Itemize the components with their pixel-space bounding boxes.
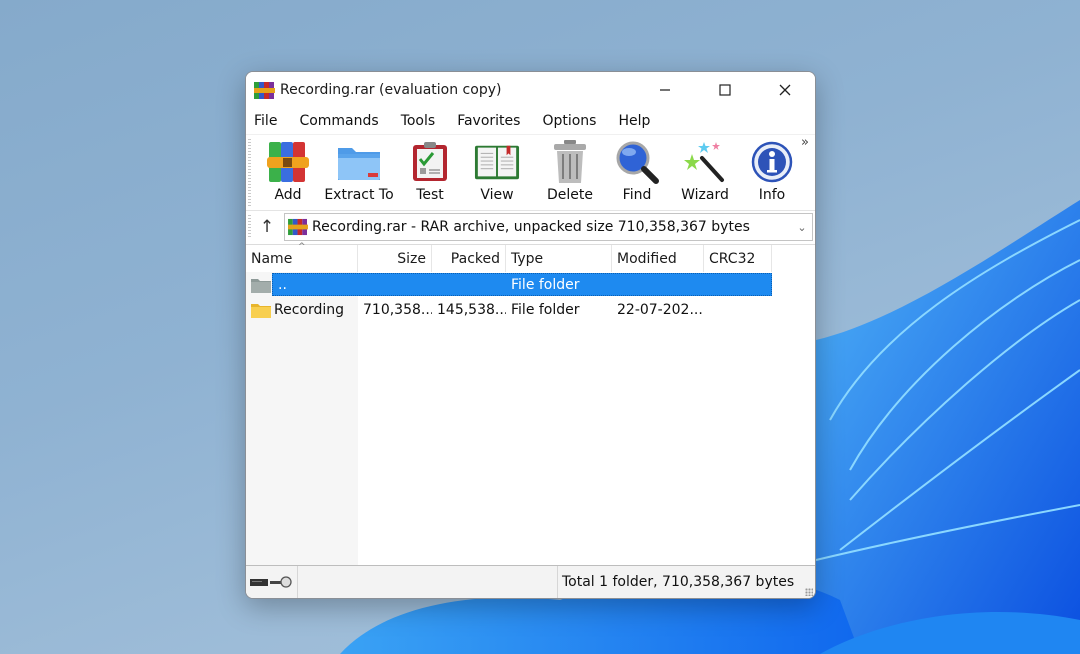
row-packed: 145,538... — [437, 301, 506, 318]
status-icons — [246, 566, 298, 598]
key-icon[interactable] — [270, 575, 292, 589]
row-modified: 22-07-202... — [617, 301, 703, 318]
address-field[interactable]: Recording.rar - RAR archive, unpacked si… — [284, 213, 813, 241]
toolbar-overflow-button[interactable]: » — [801, 135, 809, 150]
add-archive-icon — [267, 142, 309, 182]
file-list: Name ^ Size Packed Type Modified CRC32 .… — [246, 242, 815, 565]
menu-file[interactable]: File — [254, 113, 277, 129]
chevron-down-icon[interactable]: ⌄ — [792, 221, 812, 234]
extract-folder-icon — [338, 148, 380, 180]
drive-icon[interactable] — [250, 577, 270, 587]
test-label: Test — [416, 187, 444, 203]
wizard-button[interactable]: Wizard — [670, 135, 740, 210]
column-packed-label: Packed — [450, 250, 500, 267]
menu-favorites[interactable]: Favorites — [457, 113, 520, 129]
address-bar: ↑ Recording.rar - RAR archive, unpacked … — [246, 210, 815, 243]
close-button[interactable] — [755, 72, 815, 108]
table-row[interactable]: Recording 710,358... 145,538... File fol… — [246, 297, 815, 322]
column-crc32[interactable]: CRC32 — [704, 245, 772, 272]
find-button[interactable]: Find — [604, 135, 670, 210]
add-label: Add — [274, 187, 302, 203]
column-modified[interactable]: Modified — [612, 245, 704, 272]
toolbar-gripper[interactable] — [248, 139, 251, 206]
column-packed[interactable]: Packed — [432, 245, 506, 272]
winrar-window: Recording.rar (evaluation copy) File Com… — [245, 71, 816, 599]
address-path: Recording.rar - RAR archive, unpacked si… — [312, 219, 750, 235]
parent-folder-icon — [251, 278, 271, 293]
info-icon — [751, 141, 793, 183]
column-header: Name ^ Size Packed Type Modified CRC32 — [246, 242, 815, 272]
test-button[interactable]: Test — [402, 135, 458, 210]
column-crc32-label: CRC32 — [709, 250, 756, 267]
delete-button[interactable]: Delete — [536, 135, 604, 210]
view-button[interactable]: View — [458, 135, 536, 210]
delete-label: Delete — [547, 187, 593, 203]
maximize-button[interactable] — [695, 72, 755, 108]
info-button[interactable]: Info — [740, 135, 804, 210]
folder-icon — [251, 303, 271, 318]
magic-wand-icon — [684, 142, 724, 182]
find-label: Find — [622, 187, 652, 203]
magnifier-icon — [616, 141, 659, 184]
add-button[interactable]: Add — [260, 135, 316, 210]
menu-bar: File Commands Tools Favorites Options He… — [246, 108, 815, 134]
row-type: File folder — [511, 276, 580, 293]
column-type[interactable]: Type — [506, 245, 612, 272]
minimize-button[interactable] — [635, 72, 695, 108]
menu-commands[interactable]: Commands — [299, 113, 378, 129]
status-summary: Total 1 folder, 710,358,367 bytes — [562, 574, 795, 590]
resize-grip[interactable] — [805, 588, 813, 596]
column-size-label: Size — [397, 250, 426, 267]
table-row[interactable]: .. File folder — [246, 272, 815, 297]
view-label: View — [480, 187, 514, 203]
toolbar: Add Extract To Test View Delete Find Wiz… — [246, 134, 815, 210]
menu-options[interactable]: Options — [542, 113, 596, 129]
test-clipboard-icon — [413, 142, 447, 181]
extract-to-label: Extract To — [324, 187, 394, 203]
rar-archive-icon — [288, 218, 308, 236]
up-one-level-button[interactable]: ↑ — [250, 213, 284, 241]
row-name: .. — [278, 276, 287, 293]
view-book-icon — [474, 145, 520, 180]
column-size[interactable]: Size — [358, 245, 432, 272]
column-name[interactable]: Name ^ — [246, 242, 358, 272]
close-icon — [779, 84, 791, 96]
menu-tools[interactable]: Tools — [401, 113, 436, 129]
title-bar[interactable]: Recording.rar (evaluation copy) — [246, 72, 815, 108]
address-gripper[interactable] — [248, 215, 251, 239]
sort-ascending-icon: ^ — [298, 242, 306, 252]
status-bar: Total 1 folder, 710,358,367 bytes — [246, 565, 815, 598]
winrar-app-icon — [254, 81, 275, 99]
column-modified-label: Modified — [617, 250, 677, 267]
extract-to-button[interactable]: Extract To — [316, 135, 402, 210]
maximize-icon — [719, 84, 731, 96]
row-name: Recording — [274, 301, 345, 318]
info-label: Info — [758, 187, 786, 203]
wizard-label: Wizard — [681, 187, 729, 203]
status-spacer — [298, 566, 558, 598]
arrow-up-icon: ↑ — [259, 217, 275, 237]
menu-help[interactable]: Help — [618, 113, 650, 129]
trash-icon — [554, 140, 586, 183]
column-name-label: Name — [251, 250, 293, 267]
minimize-icon — [660, 89, 670, 91]
row-type: File folder — [511, 301, 580, 318]
column-type-label: Type — [511, 250, 544, 267]
window-title: Recording.rar (evaluation copy) — [280, 82, 502, 98]
row-size: 710,358... — [363, 301, 432, 318]
